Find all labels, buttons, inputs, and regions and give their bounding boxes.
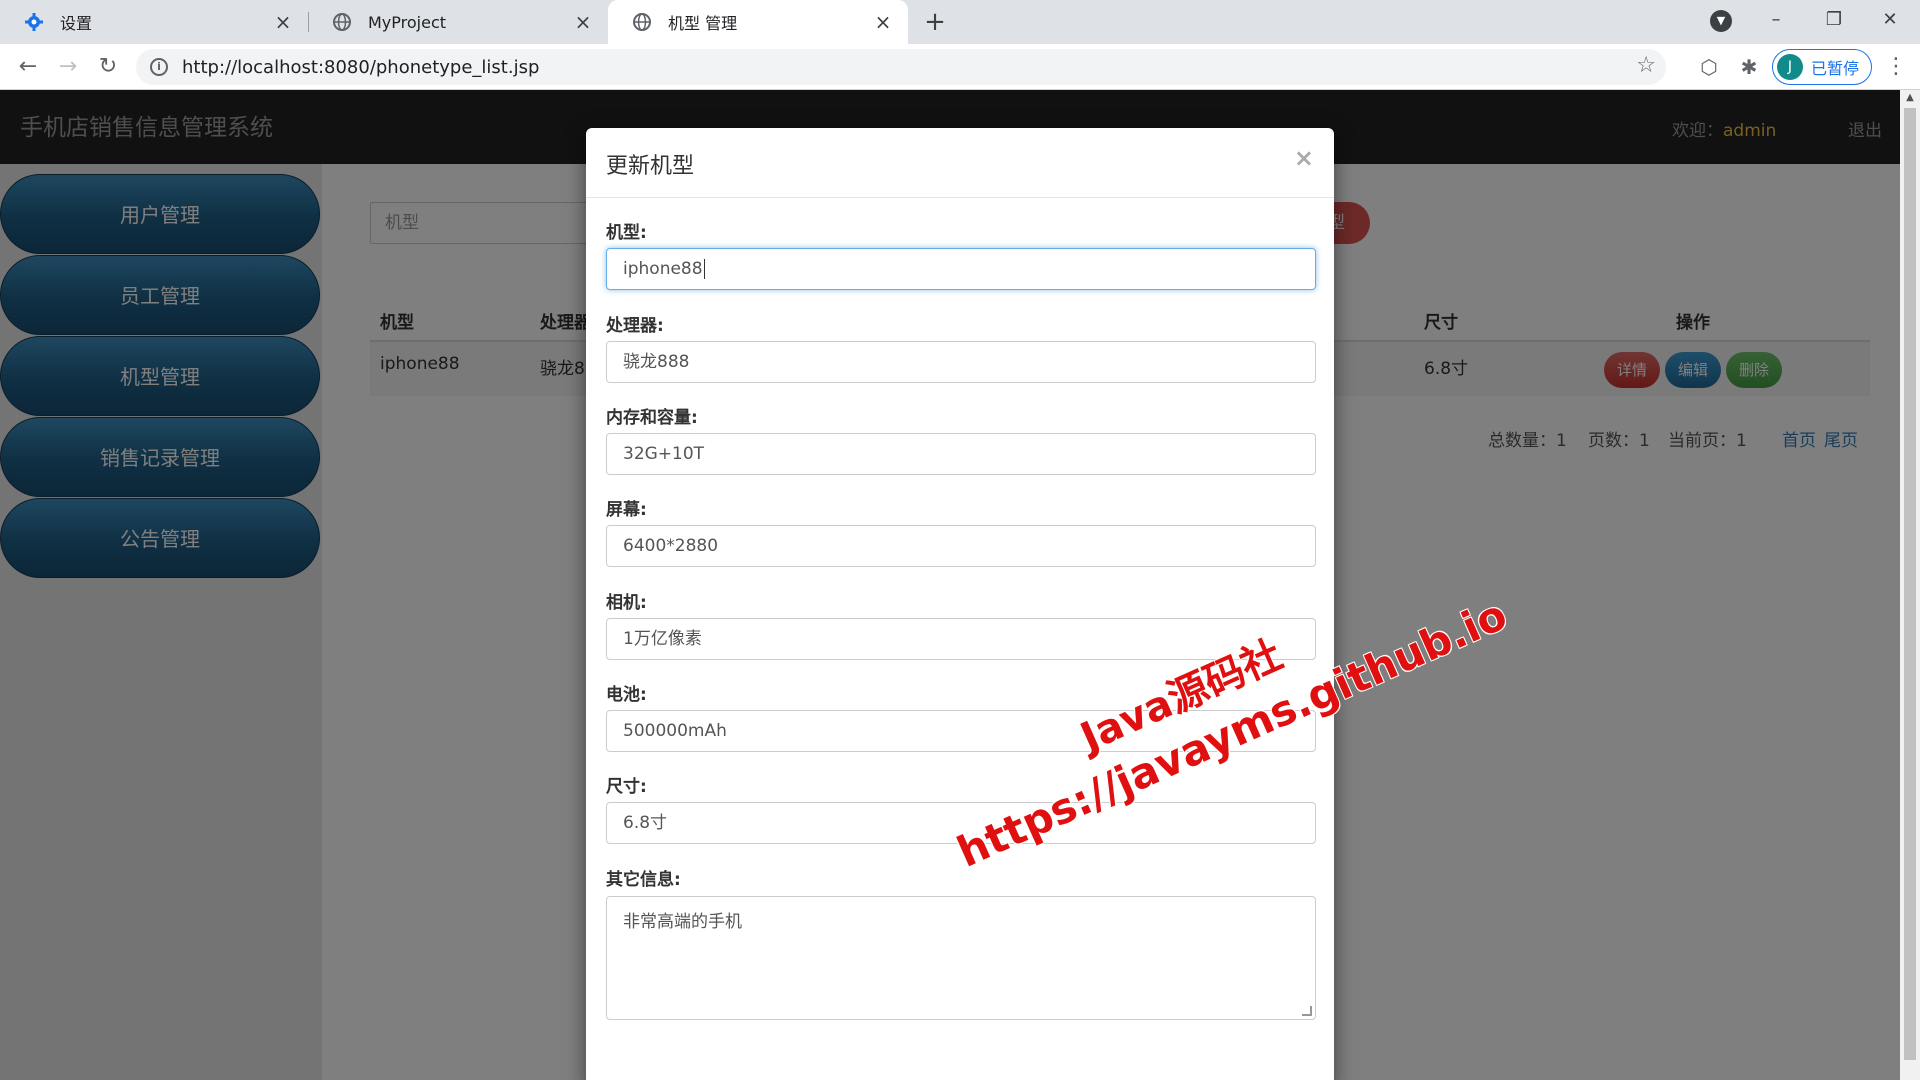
label-other: 其它信息:: [606, 870, 681, 890]
info-icon[interactable]: i: [150, 58, 168, 76]
label-size: 尺寸:: [606, 777, 647, 797]
resize-handle-icon[interactable]: [1302, 1006, 1312, 1016]
tab-search-icon[interactable]: ▼: [1710, 10, 1732, 32]
globe-icon: [632, 12, 652, 32]
cpu-field[interactable]: 骁龙888: [606, 341, 1316, 383]
label-model: 机型:: [606, 223, 647, 243]
minimize-icon[interactable]: –: [1756, 4, 1796, 36]
browser-toolbar: ← → ↻ i http://localhost:8080/phonetype_…: [0, 44, 1920, 90]
close-icon[interactable]: ×: [572, 11, 594, 33]
new-tab-button[interactable]: +: [920, 8, 950, 38]
tab-title: 设置: [60, 14, 93, 33]
restore-icon[interactable]: ❐: [1814, 4, 1854, 36]
label-cpu: 处理器:: [606, 316, 664, 336]
scroll-up-arrow-icon[interactable]: ▲: [1904, 92, 1916, 104]
menu-dots-icon[interactable]: ⋮: [1884, 52, 1908, 82]
label-screen: 屏幕:: [606, 500, 647, 520]
puzzle-icon[interactable]: ✱: [1736, 54, 1762, 80]
avatar: J: [1777, 54, 1803, 80]
reload-icon[interactable]: ↻: [92, 51, 124, 83]
label-memory: 内存和容量:: [606, 408, 698, 428]
modal-header: 更新机型 ×: [586, 128, 1334, 198]
model-value: iphone88: [623, 259, 703, 279]
other-info-value: 非常高端的手机: [623, 912, 742, 932]
gear-icon: [24, 12, 44, 32]
screen-field[interactable]: 6400*2880: [606, 525, 1316, 567]
modal-title: 更新机型: [606, 154, 695, 179]
forward-arrow-icon[interactable]: →: [52, 51, 84, 83]
bookmark-star-icon[interactable]: ☆: [1636, 53, 1656, 78]
label-camera: 相机:: [606, 593, 647, 613]
address-bar[interactable]: i http://localhost:8080/phonetype_list.j…: [136, 49, 1666, 85]
extension-icon[interactable]: ⬡: [1696, 54, 1722, 80]
tab-myproject[interactable]: MyProject ×: [308, 0, 608, 44]
close-icon[interactable]: ×: [872, 11, 894, 33]
url-text[interactable]: http://localhost:8080/phonetype_list.jsp: [182, 57, 539, 78]
model-field[interactable]: iphone88: [606, 248, 1316, 290]
close-icon[interactable]: ×: [272, 11, 294, 33]
tab-settings[interactable]: 设置 ×: [0, 0, 308, 44]
tab-title: MyProject: [368, 12, 447, 32]
update-phonetype-modal: 更新机型 × 机型: iphone88 处理器: 骁龙888 内存和容量: 32…: [586, 128, 1334, 1080]
text-caret: [703, 259, 705, 279]
globe-icon: [332, 12, 352, 32]
profile-paused-button[interactable]: J 已暂停: [1772, 49, 1872, 85]
page-scrollbar[interactable]: ▲: [1900, 90, 1920, 1080]
other-info-textarea[interactable]: 非常高端的手机: [606, 896, 1316, 1020]
tab-title: 机型 管理: [668, 14, 738, 33]
tab-phonetype-manage[interactable]: 机型 管理 ×: [608, 0, 908, 44]
scrollbar-thumb[interactable]: [1904, 108, 1916, 1060]
browser-tab-strip: 设置 × MyProject × 机型 管理 × + ▼ – ❐ ✕: [0, 0, 1920, 44]
memory-field[interactable]: 32G+10T: [606, 433, 1316, 475]
profile-status: 已暂停: [1811, 59, 1860, 78]
back-arrow-icon[interactable]: ←: [12, 51, 44, 83]
page: 手机店销售信息管理系统 欢迎：admin 退出 用户管理 员工管理 机型管理 销…: [0, 90, 1900, 1080]
label-battery: 电池:: [606, 685, 647, 705]
close-window-icon[interactable]: ✕: [1870, 4, 1910, 36]
close-icon[interactable]: ×: [1294, 144, 1314, 172]
